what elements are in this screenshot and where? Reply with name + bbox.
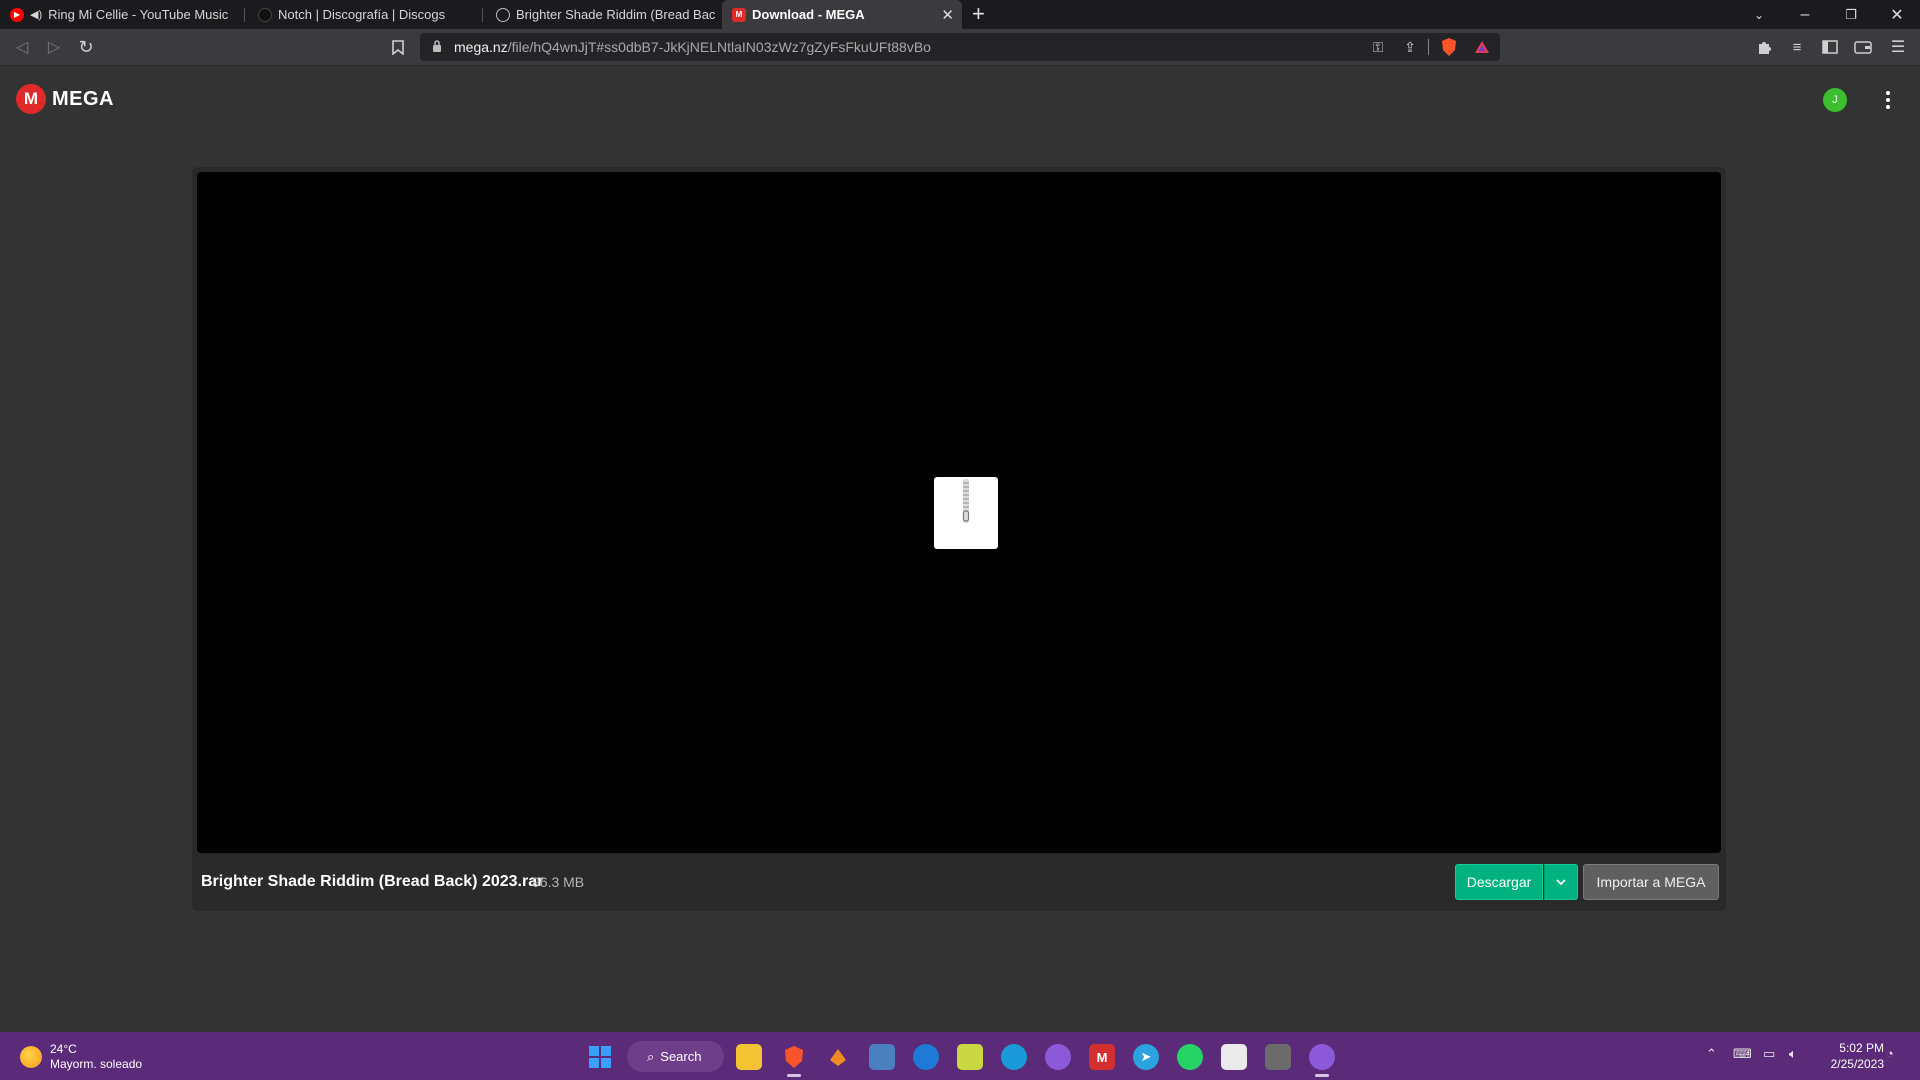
close-window-button[interactable]: ✕ [1874,0,1920,29]
calculator-icon[interactable] [1265,1044,1291,1070]
lock-icon [433,40,441,52]
taskbar-search[interactable]: ⌕ Search [627,1041,724,1072]
tab-label: Notch | Discografía | Discogs [278,7,446,22]
url-host: mega.nz [454,39,508,55]
tab-label: Download - MEGA [752,7,865,22]
weather-description: Mayorm. soleado [50,1057,143,1071]
restore-button[interactable]: ❐ [1828,0,1874,29]
brave-shields-icon[interactable] [1437,35,1461,59]
new-tab-button[interactable]: + [972,2,985,26]
keyboard-icon[interactable]: ⌨ [1733,1046,1752,1062]
tab-brighter-shade[interactable]: Brighter Shade Riddim (Bread Back) 20 [486,0,716,29]
toolbar-divider [1428,39,1429,55]
tab-label: Ring Mi Cellie - YouTube Music [48,7,229,22]
tab-download-mega[interactable]: M Download - MEGA ✕ [722,0,962,29]
close-tab-icon[interactable]: ✕ [941,6,954,24]
monitor-app-icon[interactable] [869,1044,895,1070]
browser-toolbar: ◁ ▷ ↻ mega.nz/file/hQ4wnJjT#ss0dbB7-JkKj… [0,29,1920,66]
weather-widget[interactable]: 24°C Mayorm. soleado [20,1042,142,1072]
tab-divider [482,8,483,22]
menu-icon[interactable]: ☰ [1886,35,1910,59]
url-text: mega.nz/file/hQ4wnJjT#ss0dbB7-JkKjNELNtl… [454,39,931,55]
discogs-icon [258,7,272,22]
network-icon[interactable]: ▭ [1763,1046,1775,1062]
mega-favicon-icon: M [732,7,746,22]
reload-button[interactable]: ↻ [74,35,98,59]
tab-youtube-music[interactable]: ▶ ◀) Ring Mi Cellie - YouTube Music [0,0,240,29]
more-options-icon[interactable] [1880,88,1896,112]
file-preview-area [197,172,1721,853]
active-app-indicator [1315,1074,1329,1077]
mega-logo-icon: M [16,84,46,114]
back-button[interactable]: ◁ [10,35,34,59]
clock-date: 2/25/2023 [1830,1057,1884,1071]
file-explorer-icon[interactable] [736,1044,762,1070]
forward-button[interactable]: ▷ [42,35,66,59]
playlist-icon[interactable]: ≡ [1785,35,1809,59]
file-size: 96.3 MB [532,874,585,890]
youtube-music-icon: ▶ [10,7,24,22]
notifications-icon[interactable]: ◔ [1886,1046,1894,1061]
import-to-mega-button[interactable]: Importar a MEGA [1583,864,1719,900]
minimize-button[interactable]: – [1782,0,1828,29]
tab-search-chevron-icon[interactable]: ⌄ [1736,0,1782,29]
app-shortcut-icon[interactable] [825,1044,851,1070]
telegram-icon[interactable]: ➤ [1133,1044,1159,1070]
download-options-dropdown[interactable] [1544,864,1578,900]
share-icon[interactable]: ⇪ [1398,35,1422,59]
search-icon: ⌕ [647,1048,655,1064]
clock-time: 5:02 PM [1839,1041,1884,1055]
search-label: Search [660,1049,702,1064]
settings-app-icon[interactable] [913,1044,939,1070]
speaker-icon: ◀) [30,9,43,21]
archive-file-icon [934,477,998,549]
file-name: Brighter Shade Riddim (Bread Back) 2023.… [201,873,544,890]
pinned-app-icon[interactable] [1309,1044,1335,1070]
wallet-icon[interactable] [1851,35,1875,59]
active-app-indicator [787,1074,801,1077]
tray-chevron-icon[interactable]: ⌃ [1706,1046,1717,1062]
tab-divider [244,8,245,22]
brave-browser-icon[interactable] [781,1044,807,1070]
tab-discogs[interactable]: Notch | Discografía | Discogs [248,0,478,29]
sun-icon [20,1046,42,1068]
brave-rewards-icon[interactable] [1470,35,1494,59]
app-launcher-icon[interactable] [1045,1044,1071,1070]
zipper-icon [962,479,970,523]
mega-logo-text: MEGA [52,87,114,110]
user-avatar[interactable]: J [1823,88,1847,112]
url-path: /file/hQ4wnJjT#ss0dbB7-JkKjNELNtlaIN03zW… [507,39,931,55]
mega-app-icon[interactable]: M [1089,1044,1115,1070]
file-info-bar: Brighter Shade Riddim (Bread Back) 2023.… [192,853,1726,911]
weather-temperature: 24°C [50,1042,77,1056]
mega-logo[interactable]: M MEGA [16,84,114,114]
system-clock[interactable]: 5:02 PM 2/25/2023 [1810,1040,1884,1072]
address-bar[interactable]: mega.nz/file/hQ4wnJjT#ss0dbB7-JkKjNELNtl… [420,33,1500,61]
bookmark-icon[interactable] [386,35,410,59]
chevron-down-icon [1556,878,1566,885]
edge-browser-icon[interactable] [1001,1044,1027,1070]
extensions-icon[interactable] [1752,35,1776,59]
volume-icon[interactable]: 🔈︎ [1789,1046,1797,1062]
browser-tabstrip: ▶ ◀) Ring Mi Cellie - YouTube Music Notc… [0,0,1920,29]
globe-icon [496,7,510,22]
document-app-icon[interactable] [1221,1044,1247,1070]
download-button[interactable]: Descargar [1455,864,1543,900]
windows-start-icon[interactable] [587,1044,613,1070]
notes-app-icon[interactable] [957,1044,983,1070]
file-preview-card: Brighter Shade Riddim (Bread Back) 2023.… [192,167,1726,911]
sidebar-icon[interactable] [1818,35,1842,59]
key-icon[interactable]: ⚿ [1366,35,1390,59]
whatsapp-icon[interactable] [1177,1044,1203,1070]
tab-label: Brighter Shade Riddim (Bread Back) 20 [516,7,716,22]
